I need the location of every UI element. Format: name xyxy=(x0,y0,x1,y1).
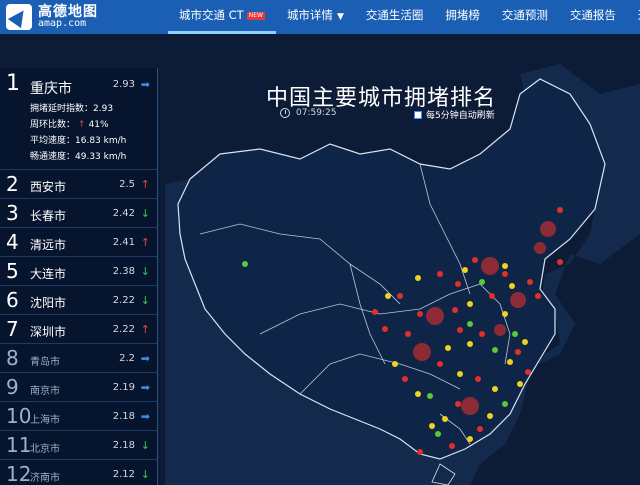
nav-traffic-forecast[interactable]: 交通预测 xyxy=(491,0,559,34)
trend-down-icon: ↓ xyxy=(140,439,150,452)
main-nav: 城市交通 CTNEW 城市详情▼ 交通生活圈 拥堵榜 交通预测 交通报告 迁徙 xyxy=(168,0,640,34)
trend-up-icon: ↑ xyxy=(140,236,150,249)
rank-city: 青岛市 xyxy=(30,357,60,368)
ranking-row[interactable]: 2 西安市 2.5 ↑ xyxy=(0,170,157,199)
trend-flat-icon: ➡ xyxy=(140,78,150,91)
rank-number: 1 xyxy=(6,71,20,96)
ranking-row[interactable]: 12 济南市 2.12 ↓ xyxy=(0,460,157,485)
rank-index: 2.42 xyxy=(112,208,135,219)
trend-flat-icon: ➡ xyxy=(140,352,150,365)
ranking-row[interactable]: 8 青岛市 2.2 ➡ xyxy=(0,344,157,373)
ranking-row[interactable]: 9 南京市 2.19 ➡ xyxy=(0,373,157,402)
rank-index: 2.93 xyxy=(112,79,135,90)
rank-number: 3 xyxy=(6,201,19,225)
nav-congestion-list[interactable]: 拥堵榜 xyxy=(434,0,491,34)
rank-index: 2.22 xyxy=(112,324,135,335)
rank-index: 2.19 xyxy=(112,382,135,393)
rank-index: 2.12 xyxy=(112,469,135,480)
trend-up-icon: ↑ xyxy=(140,323,150,336)
rank-city: 北京市 xyxy=(30,444,60,455)
trend-up-icon: ↑ xyxy=(78,120,86,130)
ranking-row[interactable]: 7 深圳市 2.22 ↑ xyxy=(0,315,157,344)
logo-name: 高德地图 xyxy=(38,4,98,20)
city-details: 拥堵延时指数：2.93 周环比数： ↑ 41% 平均速度：16.83 km/h 畅通… xyxy=(30,101,126,165)
ranking-row[interactable]: 11 北京市 2.18 ↓ xyxy=(0,431,157,460)
trend-down-icon: ↓ xyxy=(140,294,150,307)
rank-index: 2.41 xyxy=(112,237,135,248)
auto-refresh-label: 每5分钟自动刷新 xyxy=(426,111,495,121)
rank-city: 沈阳市 xyxy=(30,296,67,310)
rank-index: 2.38 xyxy=(112,266,135,277)
rank-index: 2.2 xyxy=(119,353,135,364)
nav-city-traffic[interactable]: 城市交通 CT NEW xyxy=(168,0,276,34)
detail-delay-index: 拥堵延时指数：2.93 xyxy=(30,104,114,114)
auto-refresh-toggle[interactable]: 每5分钟自动刷新 xyxy=(414,108,495,121)
ranking-row[interactable]: 6 沈阳市 2.22 ↓ xyxy=(0,286,157,315)
rank-number: 12 xyxy=(6,462,32,485)
rank-city: 长春市 xyxy=(30,209,67,223)
ranking-row[interactable]: 3 长春市 2.42 ↓ xyxy=(0,199,157,228)
trend-flat-icon: ➡ xyxy=(140,381,150,394)
rank-number: 5 xyxy=(6,259,19,283)
update-time: 07:59:25 xyxy=(280,108,336,118)
new-badge: NEW xyxy=(246,11,265,20)
rank-city: 南京市 xyxy=(30,386,60,397)
trend-down-icon: ↓ xyxy=(140,207,150,220)
nav-traffic-report[interactable]: 交通报告 xyxy=(559,0,627,34)
trend-up-icon: ↑ xyxy=(140,178,150,191)
rank-city: 深圳市 xyxy=(30,325,67,339)
rank-number: 4 xyxy=(6,230,19,254)
rank-number: 9 xyxy=(6,375,19,399)
congestion-ranking-panel: 1 重庆市 2.93 ➡ 拥堵延时指数：2.93 周环比数： ↑ 41% 平均速度：… xyxy=(0,68,158,485)
rank-index: 2.22 xyxy=(112,295,135,306)
nav-city-detail-label: 城市详情 xyxy=(286,8,333,22)
trend-flat-icon: ➡ xyxy=(140,410,150,423)
rank-city: 上海市 xyxy=(30,415,60,426)
chevron-down-icon: ▼ xyxy=(336,12,344,22)
rank-number: 2 xyxy=(6,172,19,196)
detail-free-speed: 畅通速度：49.33 km/h xyxy=(30,152,127,162)
logo-url: amap.com xyxy=(38,18,87,29)
rank-city: 西安市 xyxy=(30,180,67,194)
trend-down-icon: ↓ xyxy=(140,265,150,278)
detail-avg-speed: 平均速度：16.83 km/h xyxy=(30,136,127,146)
nav-city-detail[interactable]: 城市详情 ▼ xyxy=(276,0,355,34)
rank-number: 8 xyxy=(6,346,19,370)
nav-city-traffic-label: 城市交通 CT xyxy=(179,8,244,22)
rank-number: 6 xyxy=(6,288,19,312)
amap-logo-icon xyxy=(6,4,32,30)
rank-number: 10 xyxy=(6,404,32,428)
rank-number: 7 xyxy=(6,317,19,341)
rank-index: 2.18 xyxy=(112,411,135,422)
detail-week-ratio: 周环比数： ↑ 41% xyxy=(30,120,109,130)
rank-city: 清远市 xyxy=(30,238,67,252)
rank-city: 重庆市 xyxy=(30,81,72,97)
update-time-value: 07:59:25 xyxy=(296,108,337,118)
trend-down-icon: ↓ xyxy=(140,468,150,481)
rank-city: 大连市 xyxy=(30,267,67,281)
ranking-row[interactable]: 1 重庆市 2.93 ➡ 拥堵延时指数：2.93 周环比数： ↑ 41% 平均速度：… xyxy=(0,68,157,170)
top-navigation-bar: 高德地图 amap.com 城市交通 CT NEW 城市详情 ▼ 交通生活圈 拥堵榜… xyxy=(0,0,640,34)
rank-index: 2.18 xyxy=(112,440,135,451)
clock-icon xyxy=(280,108,290,118)
checkbox-icon xyxy=(414,110,422,119)
nav-migration[interactable]: 迁徙 xyxy=(627,0,640,34)
ranking-row[interactable]: 10 上海市 2.18 ➡ xyxy=(0,402,157,431)
rank-city: 济南市 xyxy=(30,473,60,484)
ranking-row[interactable]: 5 大连市 2.38 ↓ xyxy=(0,257,157,286)
rank-number: 11 xyxy=(6,433,32,457)
nav-life-circle[interactable]: 交通生活圈 xyxy=(355,0,435,34)
amap-logo[interactable]: 高德地图 amap.com xyxy=(6,3,156,31)
rank-index: 2.5 xyxy=(119,179,135,190)
ranking-row[interactable]: 4 清远市 2.41 ↑ xyxy=(0,228,157,257)
